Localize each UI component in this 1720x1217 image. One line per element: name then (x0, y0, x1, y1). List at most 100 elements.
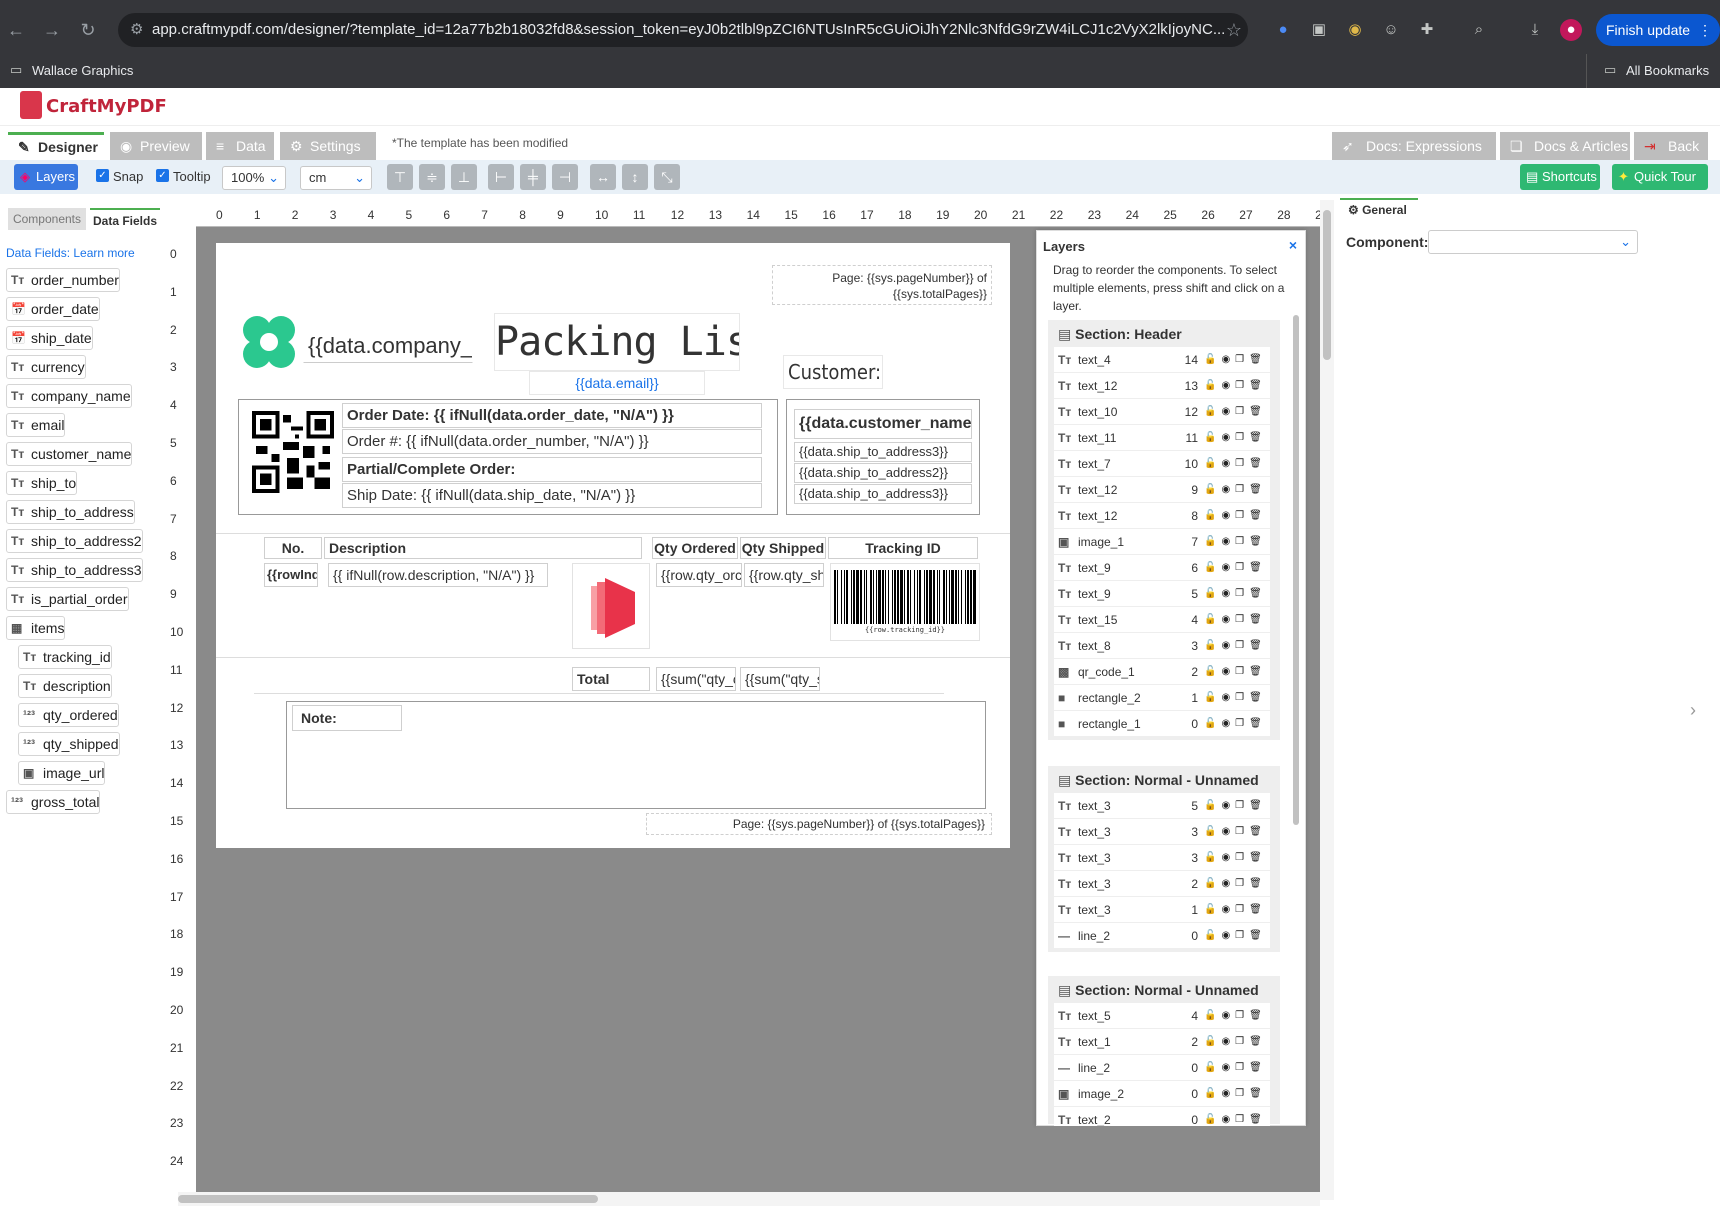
close-icon[interactable]: × (1289, 237, 1297, 253)
layer-actions[interactable]: 🔓◉❐🗑 (1204, 685, 1267, 711)
col-no-header[interactable]: No. (264, 537, 322, 559)
all-bookmarks[interactable]: All Bookmarks (1626, 63, 1709, 78)
address-line-2[interactable]: {{data.ship_to_address2}} (794, 463, 972, 483)
layer-actions[interactable]: 🔓◉❐🗑 (1204, 607, 1267, 633)
align-top-button[interactable]: ⊤ (387, 164, 413, 190)
forward-icon[interactable]: → (40, 18, 64, 42)
data-field-item[interactable]: Tт customer_name (6, 442, 133, 466)
layer-row[interactable]: Tт text_3 2 🔓◉❐🗑 (1054, 870, 1270, 896)
total-label[interactable]: Total (572, 667, 650, 691)
layer-section-title[interactable]: ▤ Section: Normal - Unnamed (1058, 772, 1259, 789)
site-info-icon[interactable]: ⚙ (130, 13, 143, 47)
align-center-button[interactable]: ╪ (520, 164, 546, 190)
layer-row[interactable]: Tт text_4 14 🔓◉❐🗑 (1054, 346, 1270, 372)
order-number-text[interactable]: Order #: {{ ifNull(data.order_number, "N… (342, 429, 762, 454)
col-qty-ordered-header[interactable]: Qty Ordered (652, 537, 738, 559)
tab-data-fields[interactable]: Data Fields (90, 208, 160, 230)
data-field-item[interactable]: 📅 order_date (6, 297, 100, 321)
layer-row[interactable]: ▣ image_2 0 🔓◉❐🗑 (1054, 1080, 1270, 1106)
extension-icon[interactable]: ▣ (1308, 19, 1330, 41)
layer-section-title[interactable]: ▤ Section: Normal - Unnamed (1058, 982, 1259, 999)
docs-articles-button[interactable]: ❏ Docs & Articles (1500, 132, 1630, 160)
data-field-item[interactable]: Tт ship_to_address2 (6, 529, 143, 553)
layer-row[interactable]: ▩ qr_code_1 2 🔓◉❐🗑 (1054, 658, 1270, 684)
packing-list-title[interactable]: Packing List (494, 313, 740, 371)
layer-actions[interactable]: 🔓◉❐🗑 (1204, 399, 1267, 425)
layer-actions[interactable]: 🔓◉❐🗑 (1204, 1029, 1267, 1055)
total-qty-ordered[interactable]: {{sum("qty_c (656, 667, 736, 691)
download-icon[interactable]: ⤓ (1524, 19, 1546, 41)
col-description-header[interactable]: Description (324, 537, 642, 559)
address-line-1[interactable]: {{data.ship_to_address3}} (794, 442, 972, 462)
layer-actions[interactable]: 🔓◉❐🗑 (1204, 871, 1267, 897)
order-date-text[interactable]: Order Date: {{ ifNull(data.order_date, "… (342, 403, 762, 428)
tab-preview[interactable]: ◉ Preview (110, 132, 202, 160)
layer-row[interactable]: Tт text_3 1 🔓◉❐🗑 (1054, 896, 1270, 922)
data-field-item[interactable]: Tт company_name (6, 384, 132, 408)
shortcuts-button[interactable]: ▤ Shortcuts (1520, 164, 1600, 190)
layer-actions[interactable]: 🔓◉❐🗑 (1204, 1081, 1267, 1107)
quick-tour-button[interactable]: ✦ Quick Tour (1612, 164, 1708, 190)
properties-vertical-scrollbar[interactable] (1320, 200, 1334, 1200)
data-field-item[interactable]: Tт ship_to_address (6, 500, 135, 524)
layer-row[interactable]: Tт text_12 9 🔓◉❐🗑 (1054, 476, 1270, 502)
layer-row[interactable]: Tт text_1 2 🔓◉❐🗑 (1054, 1028, 1270, 1054)
bookmark-star-icon[interactable]: ☆ (1222, 18, 1246, 42)
layer-actions[interactable]: 🔓◉❐🗑 (1204, 451, 1267, 477)
layer-row[interactable]: — line_2 0 🔓◉❐🗑 (1054, 1054, 1270, 1080)
layer-row[interactable]: Tт text_3 3 🔓◉❐🗑 (1054, 818, 1270, 844)
layer-actions[interactable]: 🔓◉❐🗑 (1204, 1003, 1267, 1029)
layer-actions[interactable]: 🔓◉❐🗑 (1204, 555, 1267, 581)
layer-row[interactable]: Tт text_10 12 🔓◉❐🗑 (1054, 398, 1270, 424)
data-field-item[interactable]: 📅 ship_date (6, 326, 93, 350)
layer-row[interactable]: — line_2 0 🔓◉❐🗑 (1054, 922, 1270, 948)
data-field-item[interactable]: Tт order_number (6, 268, 120, 292)
layer-actions[interactable]: 🔓◉❐🗑 (1204, 373, 1267, 399)
learn-more-link[interactable]: Data Fields: Learn more (6, 246, 135, 260)
data-field-item[interactable]: Tт currency (6, 355, 86, 379)
layer-row[interactable]: Tт text_7 10 🔓◉❐🗑 (1054, 450, 1270, 476)
note-label[interactable]: Note: (292, 705, 402, 731)
password-manager-icon[interactable]: ● (1272, 19, 1294, 41)
same-size-button[interactable]: ⤡ (654, 164, 680, 190)
bookmark-folder[interactable]: Wallace Graphics (32, 63, 133, 78)
extension-icon[interactable]: ☺ (1380, 19, 1402, 41)
layer-actions[interactable]: 🔓◉❐🗑 (1204, 347, 1267, 373)
address-bar[interactable]: ⚙ app.craftmypdf.com/designer/?template_… (118, 13, 1248, 47)
reload-icon[interactable]: ↻ (76, 18, 100, 42)
tab-general[interactable]: ⚙ General (1340, 198, 1418, 220)
data-field-item[interactable]: ¹²³ qty_shipped (18, 732, 120, 756)
layers-button[interactable]: ◈ Layers (14, 164, 78, 190)
layer-actions[interactable]: 🔓◉❐🗑 (1204, 819, 1267, 845)
component-select[interactable]: ⌄ (1428, 230, 1638, 254)
qr-code-icon[interactable] (252, 411, 334, 493)
layer-section-title[interactable]: ▤ Section: Header (1058, 326, 1182, 343)
layer-row[interactable]: Tт text_3 5 🔓◉❐🗑 (1054, 792, 1270, 818)
template-page[interactable]: Page: {{sys.pageNumber}} of {{sys.totalP… (216, 243, 1010, 848)
layer-actions[interactable]: 🔓◉❐🗑 (1204, 529, 1267, 555)
align-right-button[interactable]: ⊣ (552, 164, 578, 190)
layer-actions[interactable]: 🔓◉❐🗑 (1204, 633, 1267, 659)
layer-actions[interactable]: 🔓◉❐🗑 (1204, 793, 1267, 819)
row-qty-shipped-text[interactable]: {{row.qty_sh (744, 563, 824, 587)
align-left-button[interactable]: ⊢ (488, 164, 514, 190)
same-height-button[interactable]: ↕ (622, 164, 648, 190)
docs-expressions-button[interactable]: ➶ Docs: Expressions (1332, 132, 1496, 160)
tab-data[interactable]: ≡ Data (206, 132, 274, 160)
layers-scrollbar-thumb[interactable] (1293, 315, 1299, 825)
data-field-item[interactable]: Tт tracking_id (18, 645, 112, 669)
row-index-text[interactable]: {{rowInd (264, 563, 318, 587)
col-tracking-header[interactable]: Tracking ID (828, 537, 978, 559)
data-field-item[interactable]: Tт ship_to_address3 (6, 558, 143, 582)
snap-checkbox[interactable]: ✓ (96, 169, 109, 182)
align-bottom-button[interactable]: ⊥ (451, 164, 477, 190)
address-line-3[interactable]: {{data.ship_to_address3}} (794, 484, 972, 504)
layer-row[interactable]: Tт text_12 8 🔓◉❐🗑 (1054, 502, 1270, 528)
company-name-text[interactable]: {{data.company_ (303, 329, 473, 363)
back-button[interactable]: ⇥ Back (1634, 132, 1708, 160)
partial-order-text[interactable]: Partial/Complete Order: (342, 457, 762, 482)
page-number-bottom[interactable]: Page: {{sys.pageNumber}} of {{sys.totalP… (646, 813, 992, 835)
layer-actions[interactable]: 🔓◉❐🗑 (1204, 659, 1267, 685)
data-field-item[interactable]: ▣ image_url (18, 761, 106, 785)
layer-row[interactable]: Tт text_12 13 🔓◉❐🗑 (1054, 372, 1270, 398)
